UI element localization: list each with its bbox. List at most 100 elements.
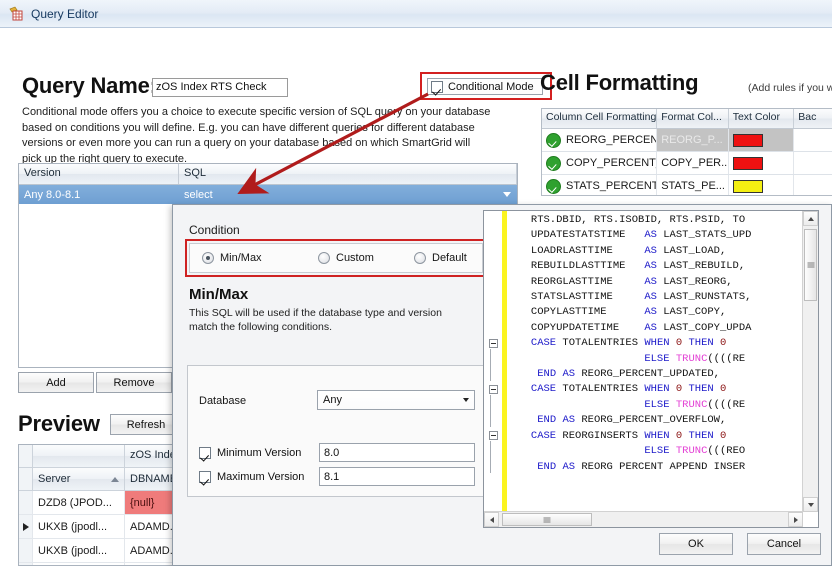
table-row[interactable]: Any 8.0-8.1 select	[19, 185, 517, 204]
cell-column-name[interactable]: COPY_PERCENT_U...	[542, 152, 658, 174]
cell-background-color[interactable]	[794, 129, 832, 151]
query-name-input[interactable]: zOS Index RTS Check	[152, 78, 288, 97]
editor-vertical-scrollbar[interactable]	[802, 211, 818, 512]
database-select[interactable]: Any	[317, 390, 475, 410]
condition-radio-group[interactable]: Min/Max Custom Default	[189, 243, 483, 273]
cell-column-value: REORG_PERCEN...	[566, 134, 656, 146]
row-indicator	[19, 491, 33, 514]
cell-column-value: COPY_PERCENT_U...	[566, 157, 656, 169]
table-row[interactable]: COPY_PERCENT_U... COPY_PER...	[542, 152, 832, 175]
row-indicator	[19, 515, 33, 538]
add-button[interactable]: Add	[18, 372, 94, 393]
fold-guide	[490, 441, 491, 473]
chevron-down-icon[interactable]	[503, 192, 511, 197]
col-header-background[interactable]: Bac	[794, 109, 832, 128]
col-header-format-col[interactable]: Format Col...	[657, 109, 729, 128]
col-header-column-cell-formatting[interactable]: Column Cell Formatting...	[542, 109, 658, 128]
maximum-version-checkbox[interactable]: Maximum Version	[199, 471, 304, 483]
window-title-bar: Query Editor	[0, 0, 832, 28]
checkmark-icon	[199, 471, 211, 483]
fold-toggle-icon[interactable]	[489, 431, 498, 440]
cell-text-color[interactable]	[728, 129, 795, 151]
table-row[interactable]: REORG_PERCEN... REORG_P...	[542, 129, 832, 152]
minimum-version-checkbox[interactable]: Minimum Version	[199, 447, 301, 459]
version-grid-header-row: Version SQL	[19, 164, 517, 185]
cancel-button[interactable]: Cancel	[747, 533, 821, 555]
col-header-text-color[interactable]: Text Color	[729, 109, 795, 128]
cell-column-name[interactable]: REORG_PERCEN...	[542, 129, 658, 151]
scroll-thumb-vertical[interactable]	[804, 229, 817, 301]
preview-title: Preview	[18, 411, 100, 436]
scroll-right-button[interactable]	[788, 512, 803, 527]
scroll-down-button[interactable]	[803, 497, 818, 512]
editor-horizontal-scrollbar[interactable]	[484, 511, 803, 527]
cell-column-name[interactable]: STATS_PERCENT_...	[542, 175, 658, 195]
cell-format-col[interactable]: REORG_P...	[657, 129, 729, 151]
table-row[interactable]: STATS_PERCENT_... STATS_PE...	[542, 175, 832, 195]
database-select-value: Any	[323, 394, 342, 406]
minimum-version-label: Minimum Version	[217, 447, 302, 459]
fold-toggle-icon[interactable]	[489, 339, 498, 348]
maximum-version-input[interactable]: 8.1	[319, 467, 475, 486]
color-swatch	[732, 156, 763, 170]
row-indicator	[19, 539, 33, 562]
condition-label: Condition	[189, 223, 240, 237]
scroll-up-button[interactable]	[803, 211, 818, 226]
cell-sql-value: select	[184, 188, 213, 201]
fold-guide	[490, 349, 491, 381]
radio-custom[interactable]: Custom	[318, 252, 414, 264]
cell-version: Any 8.0-8.1	[24, 188, 81, 201]
sql-code-text[interactable]: RTS.DBID, RTS.ISOBID, RTS.PSID, TO UPDAT…	[512, 213, 802, 511]
checkmark-icon	[431, 80, 443, 93]
ok-button[interactable]: OK	[659, 533, 733, 555]
col-header-server[interactable]: Server	[33, 468, 125, 490]
color-swatch	[732, 133, 763, 147]
cell-background-color[interactable]	[794, 152, 832, 174]
database-label: Database	[199, 395, 247, 407]
cell-text-color[interactable]	[729, 152, 795, 174]
cell-column-value: STATS_PERCENT_...	[566, 180, 656, 192]
status-ok-icon	[546, 178, 561, 194]
window-title: Query Editor	[31, 6, 99, 21]
maximum-version-label: Maximum Version	[217, 471, 305, 483]
conditional-mode-label: Conditional Mode	[448, 80, 534, 93]
scroll-thumb-horizontal[interactable]	[502, 513, 592, 526]
cell-server: UKXB (jpodl...	[33, 539, 125, 562]
cell-formatting-header-row: Column Cell Formatting... Format Col... …	[542, 109, 832, 129]
radio-min-max-label: Min/Max	[220, 252, 262, 264]
checkmark-icon	[199, 447, 211, 459]
sort-ascending-icon	[111, 476, 119, 482]
sql-code-editor[interactable]: RTS.DBID, RTS.ISOBID, RTS.PSID, TO UPDAT…	[483, 210, 819, 528]
radio-selected-icon	[202, 252, 214, 264]
fold-toggle-icon[interactable]	[489, 385, 498, 394]
remove-button[interactable]: Remove	[96, 372, 172, 393]
chevron-down-icon[interactable]	[463, 398, 469, 402]
minmax-heading: Min/Max	[189, 286, 249, 303]
cell-format-col[interactable]: COPY_PER...	[657, 152, 729, 174]
fold-guide	[490, 395, 491, 427]
radio-unselected-icon	[414, 252, 426, 264]
status-ok-icon	[546, 132, 561, 148]
conditional-mode-checkbox[interactable]: Conditional Mode	[427, 78, 543, 95]
cell-format-col[interactable]: STATS_PE...	[657, 175, 729, 195]
cell-background-color[interactable]	[794, 175, 832, 195]
query-editor-form: Query Name: zOS Index RTS Check Conditio…	[0, 28, 832, 566]
minmax-description: This SQL will be used if the database ty…	[189, 307, 442, 333]
cell-sql[interactable]: select	[179, 185, 517, 204]
col-header-server-label: Server	[38, 473, 71, 485]
minimum-version-input[interactable]: 8.0	[319, 443, 475, 462]
query-name-label: Query Name:	[22, 73, 157, 98]
current-row-arrow-icon	[22, 522, 29, 531]
col-header-sql[interactable]: SQL	[179, 164, 517, 184]
col-header-version[interactable]: Version	[19, 164, 179, 184]
cell-server: UKXB (jpodl...	[33, 515, 125, 538]
cell-formatting-grid[interactable]: Column Cell Formatting... Format Col... …	[541, 108, 832, 196]
radio-default[interactable]: Default	[414, 252, 467, 264]
radio-custom-label: Custom	[336, 252, 374, 264]
grid-app-icon	[8, 6, 24, 22]
cell-formatting-note: (Add rules if you want to fo	[748, 82, 832, 94]
radio-min-max[interactable]: Min/Max	[202, 252, 318, 264]
cell-text-color[interactable]	[729, 175, 795, 195]
cell-formatting-title: Cell Formatting	[540, 70, 699, 95]
scroll-left-button[interactable]	[484, 512, 499, 527]
